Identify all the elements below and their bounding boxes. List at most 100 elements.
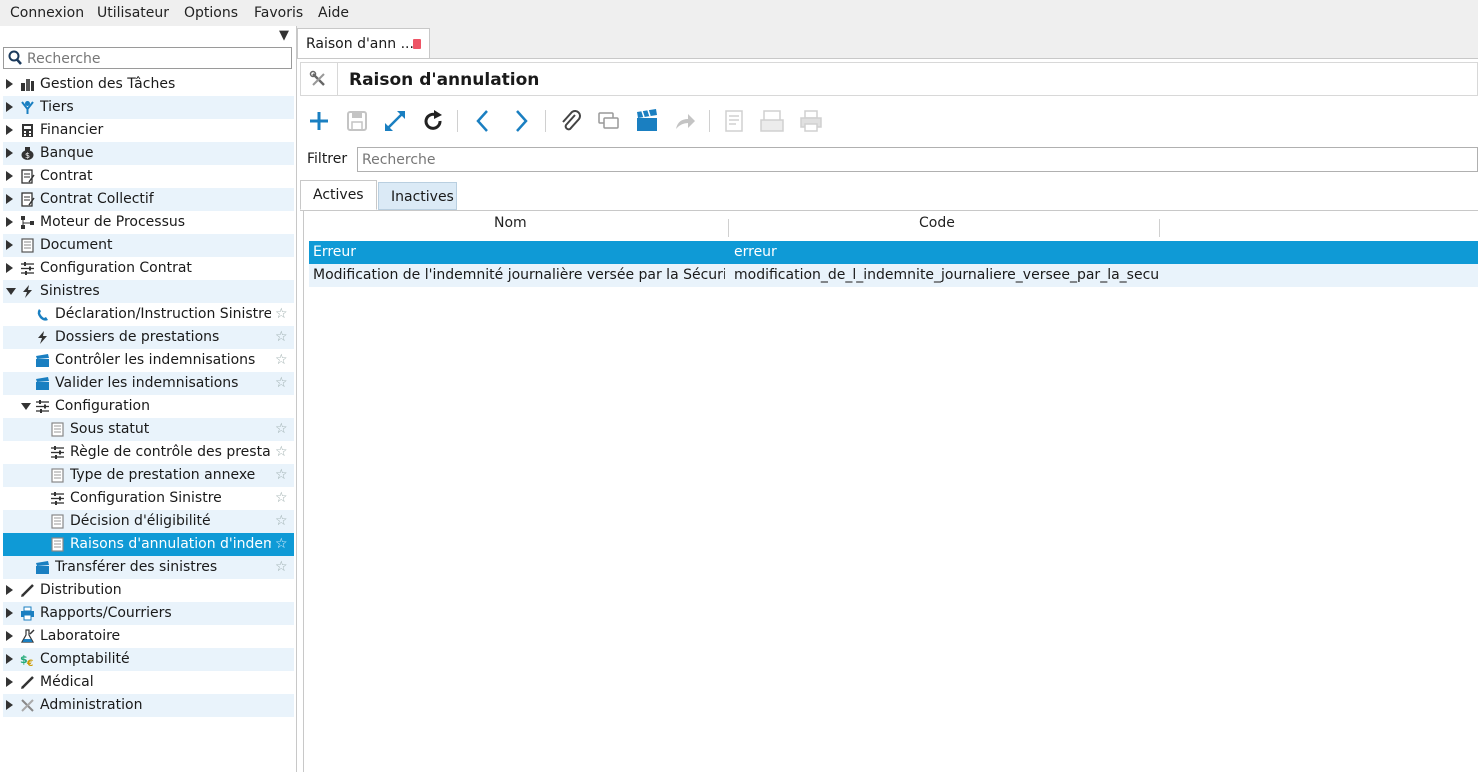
previous-icon[interactable] (469, 107, 497, 135)
tab-inactives[interactable]: Inactives (378, 182, 457, 210)
expand-arrow-icon[interactable] (6, 79, 13, 89)
comments-icon[interactable] (595, 107, 623, 135)
column-separator[interactable] (1159, 219, 1160, 237)
column-header-nom[interactable]: Nom (494, 215, 527, 241)
lightning-icon (38, 331, 47, 344)
sidebar-item-transferer-des-sinistres[interactable]: Transférer des sinistres ☆ (3, 556, 294, 579)
favorite-star-icon[interactable]: ☆ (275, 559, 288, 575)
expand-arrow-icon[interactable] (6, 102, 13, 112)
table-row[interactable]: Modification de l'indemnité journalière … (309, 264, 1478, 287)
sidebar-item-configuration-contrat[interactable]: Configuration Contrat (3, 257, 294, 280)
sidebar-item-raisons-d-annulation-d-indemn[interactable]: Raisons d'annulation d'indemn ☆ (3, 533, 294, 556)
report-icon[interactable] (720, 107, 748, 135)
sidebar-item-decision-d-eligibilite[interactable]: Décision d'éligibilité ☆ (3, 510, 294, 533)
email-icon[interactable] (758, 107, 786, 135)
attachment-icon[interactable] (557, 107, 585, 135)
tab-raison-annulation[interactable]: Raison d'ann ... (297, 28, 430, 58)
sidebar-item-configuration-sinistre[interactable]: Configuration Sinistre ☆ (3, 487, 294, 510)
collapse-arrow-icon[interactable] (6, 288, 16, 295)
sidebar-item-sous-statut[interactable]: Sous statut ☆ (3, 418, 294, 441)
sidebar-item-laboratoire[interactable]: Laboratoire (3, 625, 294, 648)
expand-arrow-icon[interactable] (6, 194, 13, 204)
sidebar-item-tiers[interactable]: Tiers (3, 96, 294, 119)
sidebar-item-comptabilite[interactable]: $ € Comptabilité (3, 648, 294, 671)
favorite-star-icon[interactable]: ☆ (275, 375, 288, 391)
menu-utilisateur[interactable]: Utilisateur (97, 5, 169, 21)
sidebar-item-label: Distribution (40, 582, 122, 598)
refresh-icon[interactable] (419, 107, 447, 135)
sidebar-item-medical[interactable]: Médical (3, 671, 294, 694)
expand-arrow-icon[interactable] (6, 631, 13, 641)
expand-arrow-icon[interactable] (6, 654, 13, 664)
process-icon (21, 216, 34, 229)
favorite-star-icon[interactable]: ☆ (275, 444, 288, 460)
table-row[interactable]: Erreur erreur (309, 241, 1478, 264)
menu-aide[interactable]: Aide (318, 5, 349, 21)
sidebar-item-label: Contrat (40, 168, 93, 184)
sidebar-item-contrat-collectif[interactable]: Contrat Collectif (3, 188, 294, 211)
next-icon[interactable] (507, 107, 535, 135)
sidebar-item-label: Médical (40, 674, 94, 690)
sidebar-item-type-de-prestation-annexe[interactable]: Type de prestation annexe ☆ (3, 464, 294, 487)
sidebar-item-rapports-courriers[interactable]: Rapports/Courriers (3, 602, 294, 625)
favorite-star-icon[interactable]: ☆ (275, 536, 288, 552)
filter-search-input[interactable]: Recherche (357, 147, 1478, 172)
sidebar-item-declaration-instruction-sinistres[interactable]: Déclaration/Instruction Sinistres ☆ (3, 303, 294, 326)
favorite-star-icon[interactable]: ☆ (275, 329, 288, 345)
tab-actives[interactable]: Actives (300, 180, 377, 210)
expand-arrow-icon[interactable] (6, 263, 13, 273)
results-grid: Nom Code Erreur erreur Modification de l… (303, 211, 1478, 772)
favorite-star-icon[interactable]: ☆ (275, 513, 288, 529)
add-icon[interactable] (305, 107, 333, 135)
phone-icon (37, 309, 48, 321)
column-header-code[interactable]: Code (919, 215, 955, 241)
sidebar-menu-arrow-icon[interactable]: ▼ (279, 28, 289, 43)
sidebar-item-document[interactable]: Document (3, 234, 294, 257)
sliders-icon (51, 446, 64, 459)
expand-arrow-icon[interactable] (6, 677, 13, 687)
save-icon[interactable] (343, 107, 371, 135)
sidebar-item-valider-les-indemnisations[interactable]: Valider les indemnisations ☆ (3, 372, 294, 395)
expand-arrow-icon[interactable] (6, 148, 13, 158)
sidebar-item-financier[interactable]: Financier (3, 119, 294, 142)
expand-arrow-icon[interactable] (6, 700, 13, 710)
sidebar-item-dossiers-de-prestations[interactable]: Dossiers de prestations ☆ (3, 326, 294, 349)
favorite-star-icon[interactable]: ☆ (275, 490, 288, 506)
expand-arrow-icon[interactable] (6, 585, 13, 595)
close-tab-icon[interactable] (413, 39, 421, 49)
sidebar-item-label: Déclaration/Instruction Sinistres (55, 306, 271, 322)
favorite-star-icon[interactable]: ☆ (275, 306, 288, 322)
expand-arrow-icon[interactable] (6, 217, 13, 227)
action-icon[interactable] (633, 107, 661, 135)
collapse-arrow-icon[interactable] (21, 403, 31, 410)
sidebar-item-configuration[interactable]: Configuration (3, 395, 294, 418)
menu-favoris[interactable]: Favoris (254, 5, 303, 21)
forward-icon[interactable] (671, 107, 699, 135)
expand-arrow-icon[interactable] (6, 240, 13, 250)
sidebar-item-moteur-de-processus[interactable]: Moteur de Processus (3, 211, 294, 234)
menu-connexion[interactable]: Connexion (10, 5, 84, 21)
sidebar-item-controler-les-indemnisations[interactable]: Contrôler les indemnisations ☆ (3, 349, 294, 372)
favorite-star-icon[interactable]: ☆ (275, 421, 288, 437)
sidebar-search-input[interactable]: Recherche (3, 47, 292, 69)
expand-arrow-icon[interactable] (6, 608, 13, 618)
sidebar-item-administration[interactable]: Administration (3, 694, 294, 717)
expand-arrow-icon[interactable] (6, 171, 13, 181)
print-icon[interactable] (797, 107, 825, 135)
column-separator[interactable] (728, 219, 729, 237)
sidebar-item-distribution[interactable]: Distribution (3, 579, 294, 602)
favorite-star-icon[interactable]: ☆ (275, 467, 288, 483)
expand-icon[interactable] (381, 107, 409, 135)
sidebar-item-contrat[interactable]: Contrat (3, 165, 294, 188)
menu-options[interactable]: Options (184, 5, 238, 21)
sidebar-item-regle-de-controle-des-prestati[interactable]: Règle de contrôle des prestati ☆ (3, 441, 294, 464)
sidebar-item-sinistres[interactable]: Sinistres (3, 280, 294, 303)
sidebar-item-gestion-des-taches[interactable]: Gestion des Tâches (3, 73, 294, 96)
tools-button[interactable] (301, 63, 338, 95)
sidebar-item-label: Tiers (40, 99, 74, 115)
favorite-star-icon[interactable]: ☆ (275, 352, 288, 368)
search-placeholder: Recherche (27, 51, 101, 67)
sidebar-item-banque[interactable]: $ Banque (3, 142, 294, 165)
sidebar-item-label: Banque (40, 145, 94, 161)
expand-arrow-icon[interactable] (6, 125, 13, 135)
